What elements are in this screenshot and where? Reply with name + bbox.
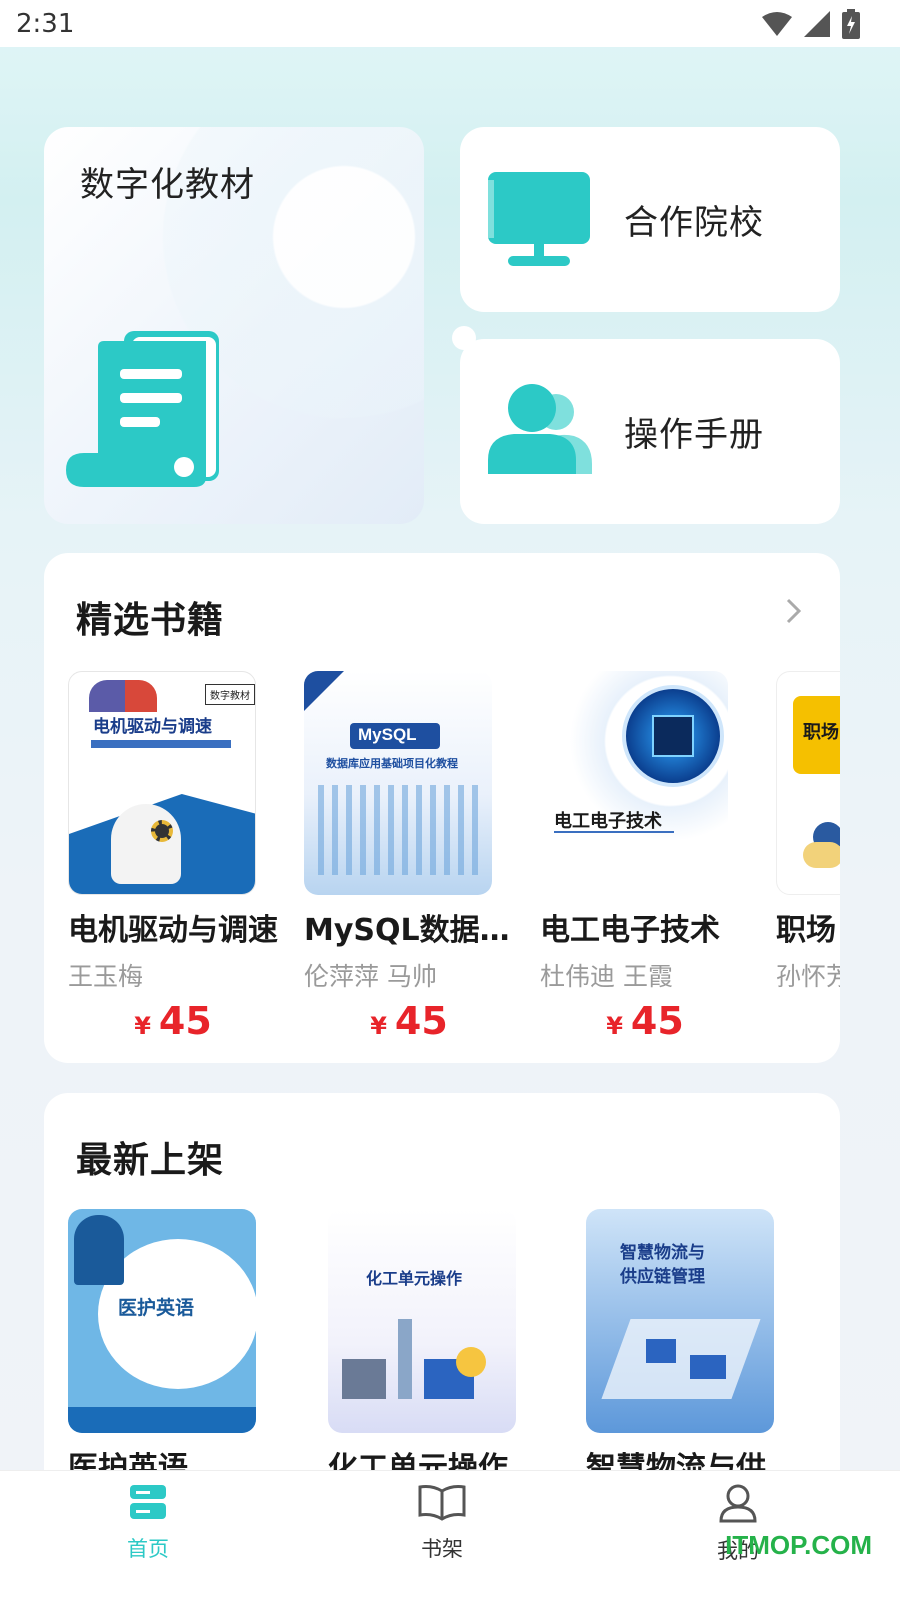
book-author: 杜伟迪 王霞: [540, 962, 673, 991]
price-value: 45: [630, 999, 684, 1043]
tab-home[interactable]: 首页: [88, 1483, 208, 1563]
cover-title: 智慧物流与 供应链管理: [620, 1243, 705, 1287]
currency-symbol: ¥: [370, 1012, 387, 1040]
monitor-icon: [488, 171, 590, 266]
status-time: 2:31: [16, 8, 75, 39]
book-title: 电工电子技术: [540, 913, 720, 948]
book-cover: 化工单元操作: [328, 1209, 516, 1433]
book-card[interactable]: 化工单元操作 化工单元操作: [328, 1209, 518, 1487]
tab-bookshelf[interactable]: 书架: [382, 1483, 502, 1563]
home-books-icon: [130, 1485, 166, 1519]
currency-symbol: ¥: [606, 1012, 623, 1040]
book-price: ¥45: [68, 999, 278, 1043]
newest-books-title: 最新上架: [76, 1140, 225, 1181]
cover-title: 电机驱动与调速: [93, 717, 212, 737]
book-cover: 职场: [776, 671, 840, 895]
book-cover: 数字教材 电机驱动与调速: [68, 671, 256, 895]
digital-textbook-label: 数字化教材: [80, 165, 255, 205]
users-icon: [488, 383, 592, 474]
cover-badge: 数字教材: [205, 684, 255, 705]
wifi-icon: [762, 11, 792, 36]
book-author: 王玉梅: [68, 962, 144, 991]
user-icon: [719, 1484, 757, 1523]
digital-textbook-card[interactable]: 数字化教材: [44, 127, 424, 524]
book-title: 电机驱动与调速: [68, 913, 278, 948]
featured-books-section: 精选书籍 数字教材 电机驱动与调速 电机驱动与调速 王玉梅 ¥45 MySQL …: [44, 553, 840, 1063]
book-card[interactable]: 数字教材 电机驱动与调速 电机驱动与调速 王玉梅 ¥45: [68, 671, 278, 1043]
currency-symbol: ¥: [134, 1012, 151, 1040]
status-icons: [762, 8, 860, 39]
book-author: 孙怀芳: [776, 962, 840, 991]
book-cover: 智慧物流与 供应链管理: [586, 1209, 774, 1433]
book-title: 职场: [776, 913, 836, 948]
book-author: 伦萍萍 马帅: [304, 962, 437, 991]
manual-label: 操作手册: [624, 415, 764, 455]
cover-title: MySQL: [358, 725, 417, 744]
book-price: ¥45: [540, 999, 750, 1043]
signal-icon: [804, 10, 830, 37]
price-value: 45: [394, 999, 448, 1043]
partner-schools-label: 合作院校: [624, 203, 764, 243]
book-card[interactable]: 职场 职场 孙怀芳: [776, 671, 840, 993]
partner-schools-card[interactable]: 合作院校: [460, 127, 840, 312]
book-cover: MySQL 数据库应用基础项目化教程: [304, 671, 492, 895]
cover-title: 电工电子技术: [554, 811, 662, 832]
watermark: ITMOP.COM: [725, 1530, 872, 1560]
manual-card[interactable]: 操作手册: [460, 339, 840, 524]
featured-books-title: 精选书籍: [76, 600, 225, 641]
chevron-right-icon[interactable]: [784, 597, 804, 625]
battery-icon: [842, 8, 860, 39]
tab-home-label: 首页: [127, 1537, 169, 1561]
book-price: ¥45: [304, 999, 514, 1043]
status-bar: 2:31: [0, 0, 900, 47]
cover-title: 医护英语: [118, 1297, 195, 1319]
book-cover: 医护英语: [68, 1209, 256, 1433]
book-title: MySQL数据库应用基础项目化教程: [304, 913, 514, 948]
book-card[interactable]: 医护英语 医护英语: [68, 1209, 258, 1487]
cover-subtitle: 数据库应用基础项目化教程: [326, 757, 458, 770]
cover-title: 职场: [803, 722, 839, 743]
open-book-icon: [418, 1485, 466, 1521]
cover-title: 化工单元操作: [366, 1269, 463, 1288]
book-card[interactable]: 智慧物流与 供应链管理 智慧物流与供应链管理: [586, 1209, 796, 1487]
book-card[interactable]: 电工电子技术 电工电子技术 杜伟迪 王霞 ¥45: [540, 671, 730, 1043]
newest-books-section: 最新上架 医护英语 医护英语 化工单元操作 化工单元操作 智慧物流与 供应链管理…: [44, 1093, 840, 1493]
book-card[interactable]: MySQL 数据库应用基础项目化教程 MySQL数据库应用基础项目化教程 伦萍萍…: [304, 671, 514, 1043]
document-icon: [66, 331, 219, 487]
book-cover: 电工电子技术: [540, 671, 728, 895]
tab-bookshelf-label: 书架: [421, 1537, 463, 1561]
price-value: 45: [158, 999, 212, 1043]
